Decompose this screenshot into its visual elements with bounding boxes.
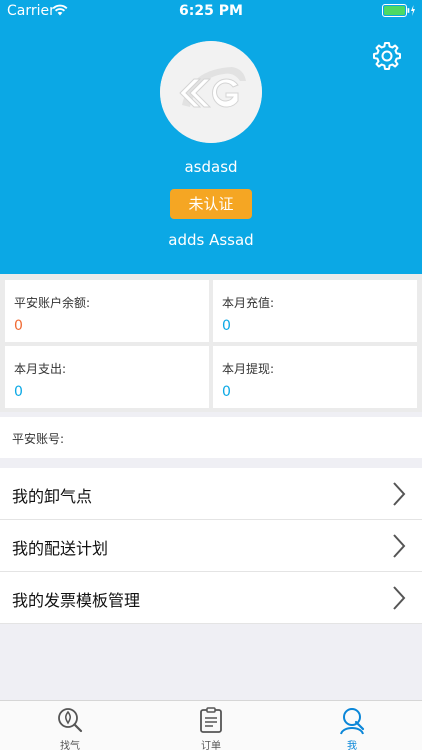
menu-item-label: 我的卸气点 <box>12 487 93 506</box>
logo-icon <box>160 41 262 143</box>
account-stats: 平安账户余额: 0 本月充值: 0 本月支出: 0 本月提现: 0 <box>0 274 422 412</box>
tab-label: 找气 <box>60 741 80 750</box>
stat-withdraw: 本月提现: 0 <box>213 346 417 408</box>
tab-bar: 找气 订单 我 <box>0 700 422 750</box>
chevron-right-icon <box>393 482 406 506</box>
user-icon <box>340 708 365 735</box>
profile-header: Carrier 6:25 PM asdasd 未认证 adds Assad <box>0 0 422 274</box>
tab-label: 订单 <box>201 741 221 750</box>
chevron-right-icon <box>393 586 406 610</box>
menu-item-delivery-plan[interactable]: 我的配送计划 <box>0 520 422 572</box>
account-number-label: 平安账号: <box>12 432 65 446</box>
avatar[interactable] <box>160 41 262 143</box>
tab-orders[interactable]: 订单 <box>141 701 281 750</box>
stat-withdraw-value: 0 <box>222 384 231 400</box>
clipboard-icon <box>200 707 222 733</box>
settings-gear-icon[interactable] <box>372 41 402 71</box>
stat-balance-value: 0 <box>14 318 23 334</box>
stat-balance: 平安账户余额: 0 <box>5 280 209 342</box>
tab-label: 我 <box>347 741 357 750</box>
stat-withdraw-label: 本月提现: <box>222 362 275 376</box>
stat-recharge: 本月充值: 0 <box>213 280 417 342</box>
stat-recharge-label: 本月充值: <box>222 296 275 310</box>
tab-find-gas[interactable]: 找气 <box>0 701 140 750</box>
tab-me[interactable]: 我 <box>282 701 422 750</box>
stat-balance-label: 平安账户余额: <box>14 296 91 310</box>
stat-expense-label: 本月支出: <box>14 362 67 376</box>
account-number-row: 平安账号: <box>0 417 422 458</box>
stat-recharge-value: 0 <box>222 318 231 334</box>
stat-expense: 本月支出: 0 <box>5 346 209 408</box>
verify-status-button[interactable]: 未认证 <box>170 189 252 219</box>
menu-item-label: 我的发票模板管理 <box>12 591 141 610</box>
nickname: adds Assad <box>168 231 254 249</box>
menu-item-unload-points[interactable]: 我的卸气点 <box>0 468 422 520</box>
stat-expense-value: 0 <box>14 384 23 400</box>
profile-menu: 我的卸气点 我的配送计划 我的发票模板管理 <box>0 468 422 624</box>
find-gas-icon <box>58 708 83 733</box>
menu-item-label: 我的配送计划 <box>12 539 109 558</box>
status-bar: Carrier 6:25 PM <box>0 0 422 22</box>
username: asdasd <box>184 158 238 176</box>
menu-item-invoice-templates[interactable]: 我的发票模板管理 <box>0 572 422 624</box>
battery-icon <box>382 4 415 17</box>
clock: 6:25 PM <box>179 3 243 19</box>
chevron-right-icon <box>393 534 406 558</box>
